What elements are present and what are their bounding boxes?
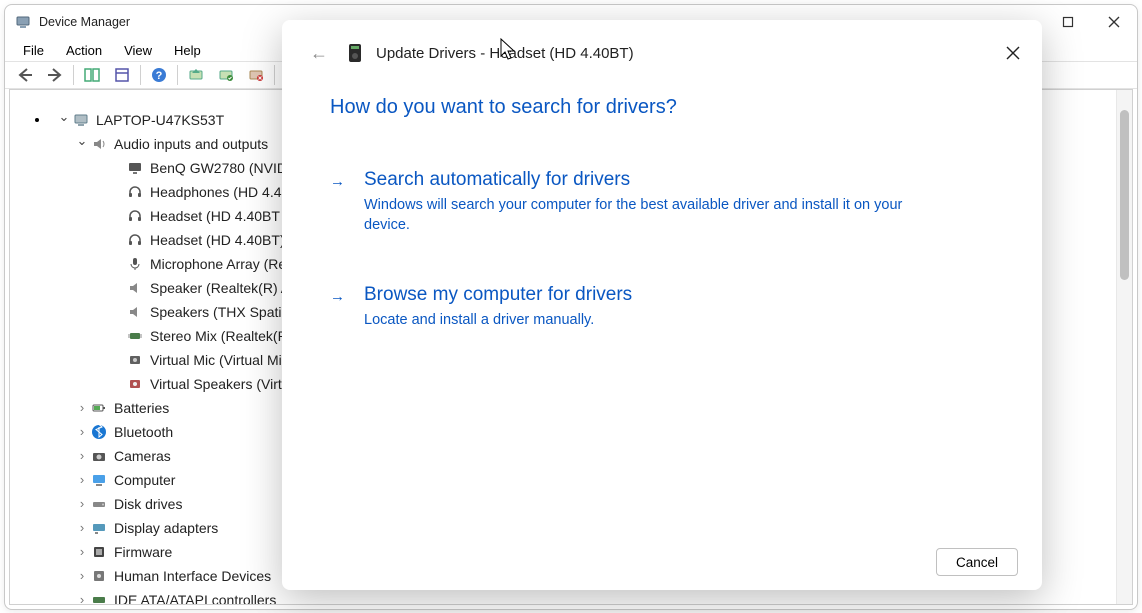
virtual-mic-icon bbox=[126, 351, 144, 369]
scrollbar[interactable] bbox=[1116, 90, 1132, 604]
toolbar-uninstall-device[interactable] bbox=[242, 63, 270, 87]
maximize-button[interactable] bbox=[1045, 5, 1091, 39]
dialog-close-button[interactable] bbox=[1004, 44, 1022, 62]
bluetooth-icon bbox=[90, 423, 108, 441]
toolbar-properties[interactable] bbox=[108, 63, 136, 87]
menu-help[interactable]: Help bbox=[164, 41, 211, 60]
back-arrow-icon[interactable]: ← bbox=[310, 43, 328, 64]
battery-icon bbox=[90, 399, 108, 417]
hid-icon bbox=[90, 567, 108, 585]
display-adapter-icon bbox=[90, 519, 108, 537]
option-browse-computer[interactable]: → Browse my computer for drivers Locate … bbox=[330, 284, 982, 330]
monitor-icon bbox=[126, 159, 144, 177]
tree-root-label: LAPTOP-U47KS53T bbox=[96, 112, 224, 128]
device-icon bbox=[346, 42, 364, 64]
dialog-body: How do you want to search for drivers? →… bbox=[282, 86, 1042, 330]
ide-icon bbox=[90, 591, 108, 604]
speaker-icon bbox=[90, 135, 108, 153]
dialog-header: ← Update Drivers - Headset (HD 4.40BT) bbox=[282, 20, 1042, 86]
option-description: Locate and install a driver manually. bbox=[364, 310, 924, 330]
chip-icon bbox=[126, 327, 144, 345]
computer-icon bbox=[72, 111, 90, 129]
option-search-automatically[interactable]: → Search automatically for drivers Windo… bbox=[330, 169, 982, 236]
update-drivers-dialog: ← Update Drivers - Headset (HD 4.40BT) H… bbox=[282, 20, 1042, 590]
dialog-footer: Cancel bbox=[936, 548, 1018, 576]
arrow-right-icon: → bbox=[330, 288, 345, 305]
menu-action[interactable]: Action bbox=[56, 41, 112, 60]
microphone-icon bbox=[126, 255, 144, 273]
headset-icon bbox=[126, 231, 144, 249]
computer-icon bbox=[90, 471, 108, 489]
tree-category-ide[interactable]: IDE ATA/ATAPI controllers bbox=[50, 588, 1116, 604]
speaker-icon bbox=[126, 279, 144, 297]
toolbar-show-hide-console[interactable] bbox=[78, 63, 106, 87]
toolbar-scan-hardware[interactable] bbox=[182, 63, 210, 87]
arrow-right-icon: → bbox=[330, 173, 345, 190]
toolbar-update-driver[interactable] bbox=[212, 63, 240, 87]
menu-view[interactable]: View bbox=[114, 41, 162, 60]
dialog-title: Update Drivers - Headset (HD 4.40BT) bbox=[376, 45, 1004, 62]
scrollbar-thumb[interactable] bbox=[1120, 110, 1129, 280]
camera-icon bbox=[90, 447, 108, 465]
toolbar-back[interactable] bbox=[11, 63, 39, 87]
option-title: Browse my computer for drivers bbox=[364, 284, 982, 306]
firmware-icon bbox=[90, 543, 108, 561]
toolbar-help[interactable]: ? bbox=[145, 63, 173, 87]
cancel-button[interactable]: Cancel bbox=[936, 548, 1018, 576]
headset-icon bbox=[126, 207, 144, 225]
close-button[interactable] bbox=[1091, 5, 1137, 39]
app-icon bbox=[15, 14, 31, 30]
svg-text:?: ? bbox=[156, 70, 163, 82]
dialog-heading: How do you want to search for drivers? bbox=[330, 96, 982, 119]
headphone-icon bbox=[126, 183, 144, 201]
virtual-speaker-icon bbox=[126, 375, 144, 393]
toolbar-forward[interactable] bbox=[41, 63, 69, 87]
disk-icon bbox=[90, 495, 108, 513]
tree-category-audio-label: Audio inputs and outputs bbox=[114, 136, 268, 152]
speaker-icon bbox=[126, 303, 144, 321]
menu-file[interactable]: File bbox=[13, 41, 54, 60]
option-title: Search automatically for drivers bbox=[364, 169, 982, 191]
option-description: Windows will search your computer for th… bbox=[364, 195, 924, 236]
